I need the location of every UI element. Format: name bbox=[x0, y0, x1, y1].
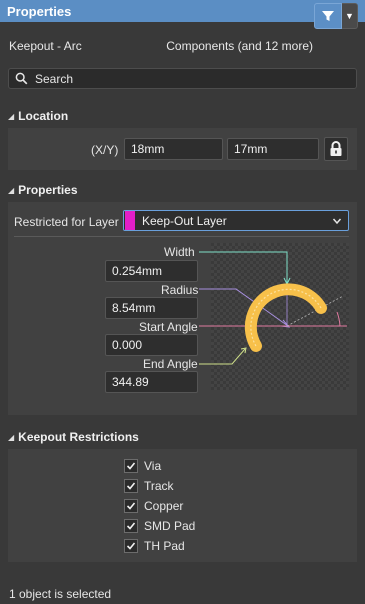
start-angle-input[interactable]: 0.000 bbox=[105, 334, 198, 356]
x-position-input[interactable]: 18mm bbox=[124, 138, 223, 160]
location-heading: Location bbox=[18, 109, 69, 123]
layer-name: Keep-Out Layer bbox=[142, 213, 227, 228]
search-box[interactable] bbox=[8, 68, 357, 89]
layer-select[interactable]: Keep-Out Layer bbox=[123, 210, 349, 231]
track-checkbox[interactable] bbox=[124, 479, 138, 493]
xy-label: (X/Y) bbox=[91, 143, 119, 157]
end-angle-input[interactable]: 344.89 bbox=[105, 371, 198, 393]
start-angle-label: Start Angle bbox=[139, 320, 198, 334]
copper-label: Copper bbox=[144, 499, 184, 513]
chevron-down-icon: ▼ bbox=[345, 11, 354, 21]
th-pad-label: TH Pad bbox=[144, 539, 185, 553]
collapse-triangle-icon: ◢ bbox=[8, 432, 15, 442]
selection-filter-label[interactable]: Components (and 12 more) bbox=[166, 39, 313, 53]
via-checkbox[interactable] bbox=[124, 459, 138, 473]
selection-filter-dropdown[interactable]: ▼ bbox=[342, 3, 358, 29]
checkmark-icon bbox=[126, 522, 136, 530]
end-angle-label: End Angle bbox=[143, 357, 198, 371]
selection-status: 1 object is selected bbox=[9, 587, 112, 601]
object-header: Keepout - Arc Components (and 12 more) bbox=[0, 30, 365, 62]
y-position-input[interactable]: 17mm bbox=[227, 138, 319, 160]
object-kind-label: Keepout - Arc bbox=[9, 39, 82, 53]
copper-checkbox[interactable] bbox=[124, 499, 138, 513]
chevron-down-icon bbox=[332, 218, 342, 225]
copper-checkbox-row[interactable]: Copper bbox=[124, 497, 183, 515]
via-checkbox-row[interactable]: Via bbox=[124, 457, 161, 475]
checkmark-icon bbox=[126, 482, 136, 490]
properties-heading: Properties bbox=[18, 183, 78, 197]
panel-title: Properties bbox=[7, 3, 72, 19]
via-label: Via bbox=[144, 459, 162, 473]
smd-pad-checkbox[interactable] bbox=[124, 519, 138, 533]
radius-label: Radius bbox=[161, 283, 199, 297]
panel-titlebar: Properties ▾ ✕ bbox=[0, 0, 365, 22]
smd-pad-checkbox-row[interactable]: SMD Pad bbox=[124, 517, 195, 535]
restricted-layer-label: Restricted for Layer bbox=[14, 215, 119, 229]
layer-color-swatch bbox=[125, 211, 135, 230]
location-section-header[interactable]: ◢ Location bbox=[8, 108, 68, 124]
smd-pad-label: SMD Pad bbox=[144, 519, 196, 533]
track-checkbox-row[interactable]: Track bbox=[124, 477, 174, 495]
arc-preview-diagram bbox=[211, 243, 349, 390]
lock-button[interactable] bbox=[324, 137, 348, 161]
lock-icon bbox=[330, 141, 342, 156]
filter-icon bbox=[322, 11, 334, 21]
collapse-triangle-icon: ◢ bbox=[8, 185, 15, 195]
selection-filter-button[interactable] bbox=[314, 3, 342, 29]
width-label: Width bbox=[164, 245, 195, 259]
divider bbox=[14, 236, 349, 237]
width-input[interactable]: 0.254mm bbox=[105, 260, 198, 282]
th-pad-checkbox-row[interactable]: TH Pad bbox=[124, 537, 185, 555]
keepout-heading: Keepout Restrictions bbox=[18, 430, 139, 444]
checkmark-icon bbox=[126, 462, 136, 470]
track-label: Track bbox=[144, 479, 174, 493]
search-icon bbox=[15, 72, 28, 85]
checkmark-icon bbox=[126, 542, 136, 550]
th-pad-checkbox[interactable] bbox=[124, 539, 138, 553]
radius-input[interactable]: 8.54mm bbox=[105, 297, 198, 319]
checkmark-icon bbox=[126, 502, 136, 510]
properties-section-header[interactable]: ◢ Properties bbox=[8, 182, 78, 198]
keepout-section-header[interactable]: ◢ Keepout Restrictions bbox=[8, 429, 139, 445]
search-input[interactable] bbox=[35, 71, 335, 86]
collapse-triangle-icon: ◢ bbox=[8, 111, 15, 121]
